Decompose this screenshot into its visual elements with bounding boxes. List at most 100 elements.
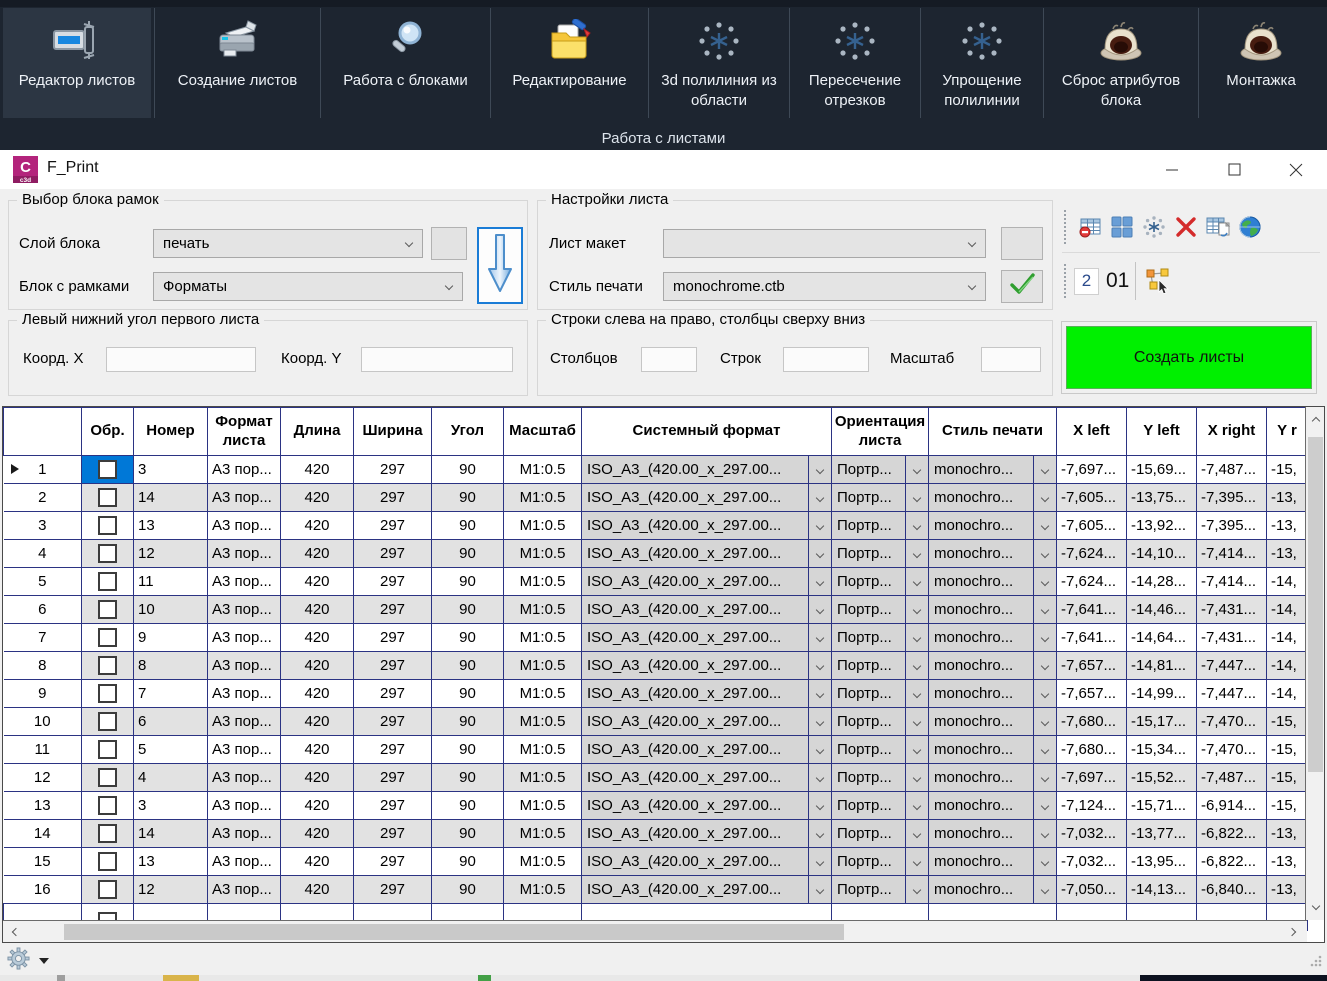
cell-x-left[interactable]: -7,605... [1057,484,1127,512]
chevron-down-icon[interactable] [1033,792,1056,819]
cell-width[interactable]: 297 [354,876,432,904]
red-x-icon[interactable] [1173,214,1199,240]
apply-style-button[interactable] [1001,270,1043,303]
chevron-down-icon[interactable] [1033,512,1056,539]
cell-orientation[interactable]: Портр... [832,736,929,764]
resize-grip[interactable] [1309,954,1323,973]
cell-x-left[interactable]: -7,605... [1057,512,1127,540]
cell-x-left[interactable]: -7,641... [1057,624,1127,652]
row-checkbox[interactable] [98,544,117,563]
cell-length[interactable]: 420 [281,540,354,568]
cell-system-format[interactable]: ISO_A3_(420.00_x_297.00... [582,876,832,904]
cell-scale[interactable]: М1:0.5 [504,848,582,876]
cell-nomer[interactable]: 8 [134,652,208,680]
ribbon-button-5[interactable]: Пересечение отрезков [793,8,917,118]
chevron-down-icon[interactable] [1033,484,1056,511]
chevron-down-icon[interactable] [1033,764,1056,791]
row-header-cell[interactable]: 13 [4,792,82,820]
cell-x-left[interactable]: -7,641... [1057,596,1127,624]
cell-y-right[interactable]: -14, [1267,652,1308,680]
cell-print-style[interactable]: monochro... [929,484,1057,512]
cell-angle[interactable]: 90 [432,848,504,876]
cell-nomer[interactable]: 14 [134,820,208,848]
cell-format[interactable]: А3 пор... [208,484,281,512]
row-checkbox[interactable] [98,572,117,591]
cell-x-right[interactable]: -7,447... [1197,680,1267,708]
cell-y-right[interactable]: -14, [1267,596,1308,624]
maximize-button[interactable] [1203,150,1265,189]
cell-x-left[interactable]: -7,624... [1057,568,1127,596]
cell-width[interactable]: 297 [354,624,432,652]
cell-format[interactable]: А3 пор... [208,764,281,792]
cell-nomer[interactable]: 12 [134,540,208,568]
cell-x-right[interactable]: -7,487... [1197,764,1267,792]
cell-scale[interactable]: М1:0.5 [504,624,582,652]
cell-scale[interactable]: М1:0.5 [504,540,582,568]
cell-y-right[interactable]: -13, [1267,512,1308,540]
toolbar-grip[interactable] [1064,264,1068,298]
cell-angle[interactable]: 90 [432,484,504,512]
cell-angle[interactable]: 90 [432,680,504,708]
cell-y-right[interactable]: -15, [1267,792,1308,820]
row-checkbox[interactable] [98,600,117,619]
chevron-down-icon[interactable] [1033,540,1056,567]
cell-scale[interactable]: М1:0.5 [504,764,582,792]
cell-orientation[interactable]: Портр... [832,708,929,736]
row-checkbox[interactable] [98,628,117,647]
cell-x-left[interactable]: -7,050... [1057,876,1127,904]
cell-format[interactable]: А3 пор... [208,792,281,820]
chevron-down-icon[interactable] [905,596,928,623]
cell-system-format[interactable]: ISO_A3_(420.00_x_297.00... [582,512,832,540]
row-header-cell[interactable]: 14 [4,820,82,848]
row-checkbox[interactable] [98,516,117,535]
counter-input[interactable] [1074,268,1099,295]
dots-spinner-icon[interactable] [1141,214,1167,240]
cell-nomer[interactable]: 3 [134,456,208,484]
cell-format[interactable]: А3 пор... [208,540,281,568]
chevron-down-icon[interactable] [1033,876,1056,903]
cell-nomer[interactable]: 12 [134,876,208,904]
row-checkbox[interactable] [98,460,117,479]
checkbox-cell[interactable] [82,848,134,876]
globe-icon[interactable] [1237,214,1263,240]
cell-width[interactable]: 297 [354,540,432,568]
cell-angle[interactable]: 90 [432,568,504,596]
cell-y-right[interactable]: -13, [1267,540,1308,568]
checkbox-cell[interactable] [82,792,134,820]
chevron-down-icon[interactable] [808,652,831,679]
cell-x-left[interactable]: -7,680... [1057,736,1127,764]
chevron-down-icon[interactable] [808,876,831,903]
cell-length[interactable]: 420 [281,652,354,680]
blue-squares-icon[interactable] [1109,214,1135,240]
cell-length[interactable]: 420 [281,568,354,596]
cell-scale[interactable]: М1:0.5 [504,680,582,708]
cell-width[interactable]: 297 [354,792,432,820]
chevron-down-icon[interactable] [905,540,928,567]
cell-scale[interactable]: М1:0.5 [504,456,582,484]
column-header-Y r[interactable]: Y r [1267,408,1308,456]
cell-orientation[interactable]: Портр... [832,568,929,596]
coord-y-input[interactable] [361,347,513,372]
checkbox-cell[interactable] [82,540,134,568]
cell-print-style[interactable]: monochro... [929,540,1057,568]
checkbox-cell[interactable] [82,652,134,680]
cell-orientation[interactable]: Портр... [832,512,929,540]
chevron-down-icon[interactable] [1033,708,1056,735]
chevron-down-icon[interactable] [905,876,928,903]
cell-y-right[interactable]: -14, [1267,568,1308,596]
cell-width[interactable]: 297 [354,820,432,848]
cell-x-right[interactable]: -7,470... [1197,708,1267,736]
cell-format[interactable]: А3 пор... [208,708,281,736]
cell-x-right[interactable]: -6,822... [1197,848,1267,876]
scroll-up-arrow[interactable] [1306,409,1325,433]
cell-nomer[interactable]: 13 [134,848,208,876]
cell-length[interactable]: 420 [281,820,354,848]
checkbox-cell[interactable] [82,708,134,736]
cell-y-left[interactable]: -15,71... [1127,792,1197,820]
table-export-icon[interactable] [1205,214,1231,240]
cell-angle[interactable]: 90 [432,624,504,652]
cell-angle[interactable]: 90 [432,596,504,624]
chevron-down-icon[interactable] [808,624,831,651]
checkbox-cell[interactable] [82,764,134,792]
cell-x-left[interactable]: -7,032... [1057,848,1127,876]
